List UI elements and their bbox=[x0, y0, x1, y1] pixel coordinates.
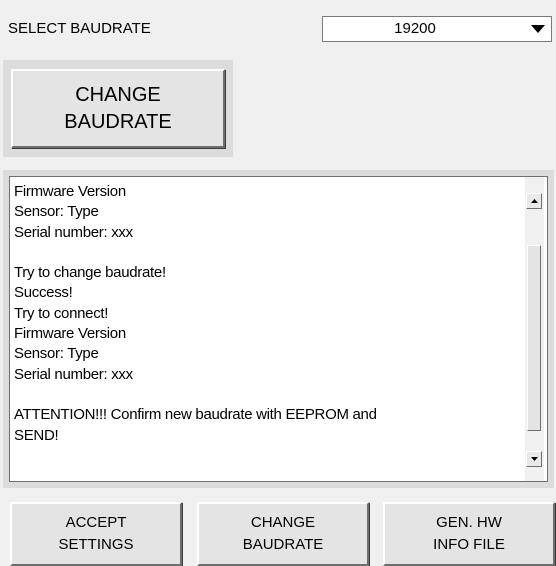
log-line: Try to change baudrate! bbox=[14, 264, 166, 282]
log-text: Firmware Version Sensor: Type Serial num… bbox=[14, 182, 514, 446]
log-line: Try to connect! bbox=[14, 304, 109, 322]
log-textbox[interactable]: Firmware Version Sensor: Type Serial num… bbox=[9, 176, 548, 482]
scroll-down-icon[interactable] bbox=[526, 451, 542, 467]
log-line: Success! bbox=[14, 284, 73, 302]
gen-hw-info-file-button[interactable]: GEN. HW INFO FILE bbox=[383, 502, 555, 566]
scroll-up-icon[interactable] bbox=[526, 193, 542, 209]
change-baudrate-panel: CHANGE BAUDRATE bbox=[3, 60, 233, 157]
change-baudrate-button[interactable]: CHANGE BAUDRATE bbox=[197, 502, 369, 566]
log-line: Sensor: Type bbox=[14, 345, 99, 363]
log-line: Serial number: xxx bbox=[14, 223, 133, 241]
log-line: SEND! bbox=[14, 426, 59, 444]
select-baudrate-label: SELECT BAUDRATE bbox=[8, 20, 151, 37]
log-line: Firmware Version bbox=[14, 183, 126, 200]
baudrate-selected-value: 19200 bbox=[394, 20, 436, 37]
scrollbar-thumb[interactable] bbox=[527, 245, 541, 431]
log-panel: Firmware Version Sensor: Type Serial num… bbox=[3, 170, 554, 488]
log-line: ATTENTION!!! Confirm new baudrate with E… bbox=[14, 406, 377, 424]
log-line: Sensor: Type bbox=[14, 203, 99, 221]
baudrate-dropdown[interactable]: 19200 bbox=[322, 16, 552, 42]
accept-settings-button[interactable]: ACCEPT SETTINGS bbox=[10, 502, 182, 566]
log-line: Serial number: xxx bbox=[14, 365, 133, 383]
chevron-down-icon[interactable] bbox=[525, 17, 551, 41]
change-baudrate-button-large[interactable]: CHANGE BAUDRATE bbox=[11, 69, 225, 148]
log-line: Firmware Version bbox=[14, 325, 126, 343]
log-scrollbar[interactable] bbox=[525, 177, 544, 481]
